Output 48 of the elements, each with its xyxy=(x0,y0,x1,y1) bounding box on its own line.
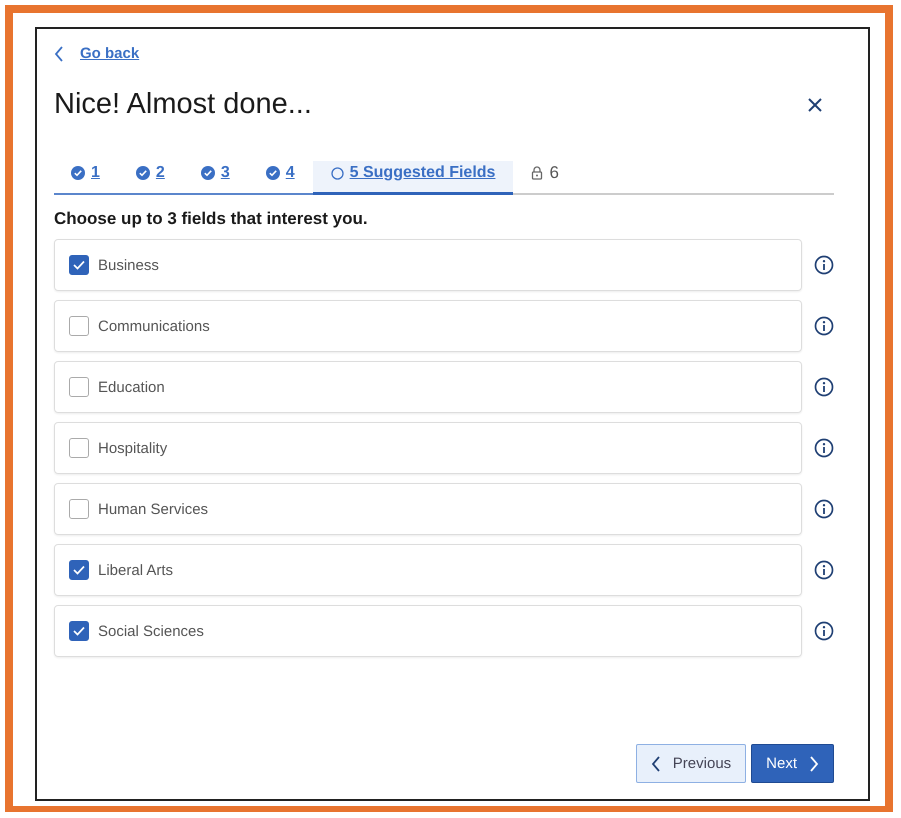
step-tab[interactable]: 2 xyxy=(118,161,183,195)
checkbox[interactable] xyxy=(69,255,89,275)
prompt-text: Choose up to 3 fields that interest you. xyxy=(54,209,369,229)
info-icon[interactable] xyxy=(814,621,834,641)
dialog-title: Nice! Almost done... xyxy=(54,88,312,121)
checkbox[interactable] xyxy=(69,621,89,641)
info-icon[interactable] xyxy=(814,499,834,519)
option-card[interactable]: Business xyxy=(54,239,802,291)
option-label: Social Sciences xyxy=(98,622,204,640)
check-circle-icon xyxy=(71,166,85,180)
next-button[interactable]: Next xyxy=(751,744,834,783)
circle-icon xyxy=(330,166,344,180)
previous-button[interactable]: Previous xyxy=(636,744,746,783)
go-back-link[interactable]: Go back xyxy=(80,45,140,62)
option-card[interactable]: Education xyxy=(54,361,802,413)
option-card[interactable]: Social Sciences xyxy=(54,605,802,657)
info-icon[interactable] xyxy=(814,560,834,580)
info-icon[interactable] xyxy=(814,438,834,458)
option-label: Business xyxy=(98,256,159,274)
checkbox[interactable] xyxy=(69,377,89,397)
checkbox[interactable] xyxy=(69,499,89,519)
info-icon[interactable] xyxy=(814,377,834,397)
option-label: Hospitality xyxy=(98,440,168,456)
option-label: Communications xyxy=(98,318,210,334)
option-card[interactable]: Human Services xyxy=(54,483,802,535)
step-tab[interactable]: 1 xyxy=(54,161,118,195)
option-label: Education xyxy=(98,378,165,396)
check-circle-icon xyxy=(136,166,150,180)
option-label: Liberal Arts xyxy=(98,562,174,578)
option-card[interactable]: Liberal Arts xyxy=(54,544,802,596)
checkbox[interactable] xyxy=(69,438,89,458)
back-chevron-icon xyxy=(54,46,64,62)
checkmark-icon xyxy=(72,259,86,271)
info-icon[interactable] xyxy=(814,255,834,275)
checkmark-icon xyxy=(72,625,86,637)
checkmark-icon xyxy=(72,564,86,576)
option-card[interactable]: Communications xyxy=(54,300,802,352)
chevron-right-icon xyxy=(809,756,819,772)
option-label: Human Services xyxy=(98,500,208,518)
chevron-left-icon xyxy=(650,756,661,772)
checkbox[interactable] xyxy=(69,316,89,336)
checkbox[interactable] xyxy=(69,560,89,580)
lock-icon xyxy=(531,166,544,180)
info-icon[interactable] xyxy=(814,316,834,336)
option-card[interactable]: Hospitality xyxy=(54,422,802,474)
check-circle-icon xyxy=(266,166,280,180)
step-tab[interactable]: 3 xyxy=(182,161,248,195)
check-circle-icon xyxy=(200,166,215,180)
